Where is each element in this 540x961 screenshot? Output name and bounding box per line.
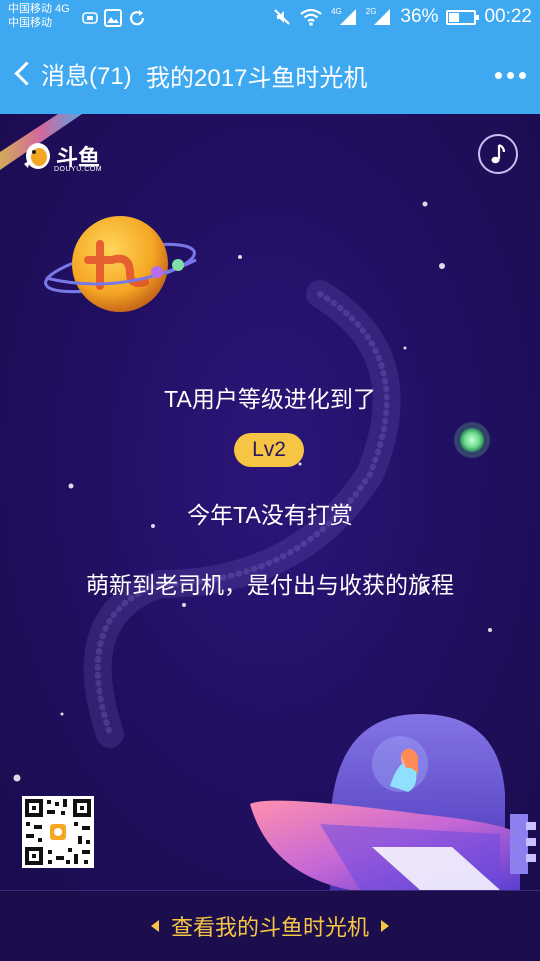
fish-mascot-icon [24,143,50,169]
sync-icon [129,10,145,26]
time-machine-card: 斗鱼 DOUYU.COM TA用户等级进化到了 Lv2 今年TA没有打赏 萌新到… [0,114,540,890]
nav-bar: 消息(71) 我的2017斗鱼时光机 [0,38,540,114]
network-4g-label: 4G [331,6,342,16]
music-toggle-button[interactable] [478,134,518,174]
network-2g-label: 2G [365,6,377,16]
qr-code-icon [22,796,94,868]
back-label: 消息(71) [41,63,132,90]
notification-icons [82,9,146,27]
tip-summary: 今年TA没有打赏 [187,502,353,528]
chevron-left-icon [14,61,39,86]
back-button[interactable]: 消息(71) [10,56,132,91]
battery-percent: 36% [400,6,439,27]
status-bar: 中国移动 4G 中国移动 4G 2G 36% 00:22 [0,0,540,38]
battery-icon [446,9,480,25]
status-icons: 4G 2G 36% 00:22 [273,6,532,28]
level-badge: Lv2 [234,433,304,467]
bottom-bar: 查看我的斗鱼时光机 [0,890,540,961]
clock: 00:22 [484,6,532,27]
carrier-line-2: 中国移动 [8,17,52,29]
signal-4g-icon: 4G [331,6,358,26]
spaceship-illustration [250,714,536,890]
view-time-machine-label: 查看我的斗鱼时光机 [170,915,369,940]
journey-caption: 萌新到老司机，是付出与收获的旅程 [86,572,454,598]
battery-fill [449,12,459,22]
carrier-line-1: 中国移动 4G [8,3,70,15]
mute-icon [273,8,291,26]
arrow-right-icon [381,920,389,932]
planet-illustration [44,216,197,312]
more-options-button[interactable] [495,72,526,79]
gallery-icon [104,9,122,27]
view-time-machine-button[interactable]: 查看我的斗鱼时光机 [0,891,540,961]
app-notification-icon [82,12,98,24]
dot-icon [495,72,502,79]
qr-code [22,796,94,868]
dot-icon [507,72,514,79]
arrow-left-icon [150,920,159,932]
level-headline: TA用户等级进化到了 [164,386,376,412]
wifi-icon [299,8,323,26]
carrier-info: 中国移动 4G 中国移动 [8,2,70,30]
signal-2g-icon: 2G [365,6,393,26]
douyu-logo: 斗鱼 DOUYU.COM [22,136,112,180]
page-title: 我的2017斗鱼时光机 [146,65,368,92]
logo-subtext: DOUYU.COM [54,166,103,173]
dot-icon [519,72,526,79]
music-note-icon [491,143,506,164]
